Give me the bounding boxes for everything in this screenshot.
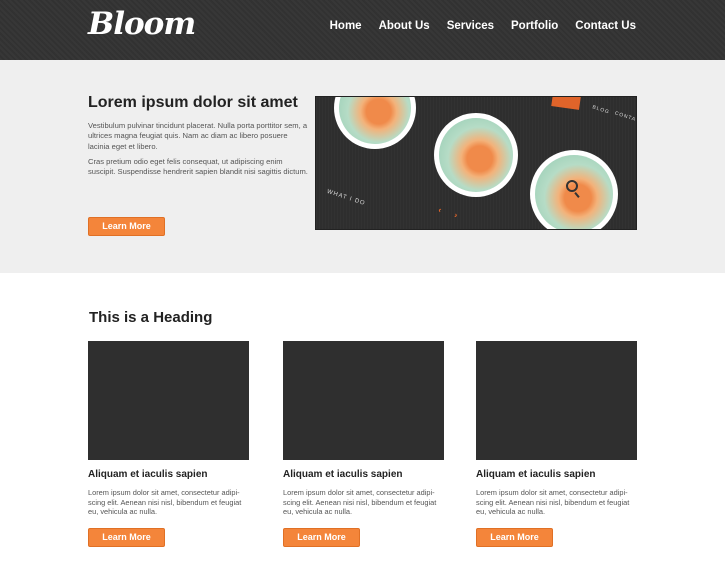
nav-services[interactable]: Services [447, 20, 494, 32]
nav-contact-us[interactable]: Contact Us [575, 20, 636, 32]
image-tag-decoration [551, 97, 581, 110]
card-title: Aliquam et iaculis sapien [476, 469, 596, 480]
site-header: Bloom Home About Us Services Portfolio C… [0, 0, 725, 60]
logo[interactable]: Bloom [88, 6, 196, 42]
card-image-placeholder [88, 341, 249, 460]
nav-portfolio[interactable]: Portfolio [511, 20, 558, 32]
feature-card: Aliquam et iaculis sapien Lorem ipsum do… [476, 341, 638, 547]
magnifier-icon [566, 180, 578, 192]
section-heading: This is a Heading [89, 309, 213, 326]
main-nav: Home About Us Services Portfolio Contact… [330, 20, 636, 32]
feature-card: Aliquam et iaculis sapien Lorem ipsum do… [88, 341, 250, 547]
dragon-illustration-circle [334, 97, 416, 149]
nav-home[interactable]: Home [330, 20, 362, 32]
card-image-placeholder [476, 341, 637, 460]
card-text: Lorem ipsum dolor sit amet, consectetur … [476, 488, 630, 517]
nav-about-us[interactable]: About Us [379, 20, 430, 32]
card-image-placeholder [283, 341, 444, 460]
card-text: Lorem ipsum dolor sit amet, consectetur … [283, 488, 437, 517]
hero-paragraph: Vestibulum pulvinar tincidunt placerat. … [88, 121, 308, 151]
dragon-illustration-circle [434, 113, 518, 197]
image-nav-blog: BLOG [591, 104, 611, 116]
card-title: Aliquam et iaculis sapien [283, 469, 403, 480]
hero-image: BLOG CONTACT WHAT I DO ‹ › [315, 96, 637, 230]
card-learn-more-button[interactable]: Learn More [283, 528, 360, 547]
image-nav-contact: CONTACT [613, 110, 637, 126]
feature-card: Aliquam et iaculis sapien Lorem ipsum do… [283, 341, 445, 547]
hero-section: Lorem ipsum dolor sit amet Vestibulum pu… [0, 60, 725, 273]
hero-title: Lorem ipsum dolor sit amet [88, 94, 298, 111]
image-caption: WHAT I DO [326, 188, 367, 208]
card-title: Aliquam et iaculis sapien [88, 469, 208, 480]
carousel-arrows-icon: ‹ › [437, 205, 465, 222]
card-learn-more-button[interactable]: Learn More [88, 528, 165, 547]
card-text: Lorem ipsum dolor sit amet, consectetur … [88, 488, 242, 517]
dragon-illustration-circle [530, 150, 618, 229]
hero-learn-more-button[interactable]: Learn More [88, 217, 165, 236]
hero-paragraph: Cras pretium odio eget felis consequat, … [88, 157, 308, 177]
card-learn-more-button[interactable]: Learn More [476, 528, 553, 547]
